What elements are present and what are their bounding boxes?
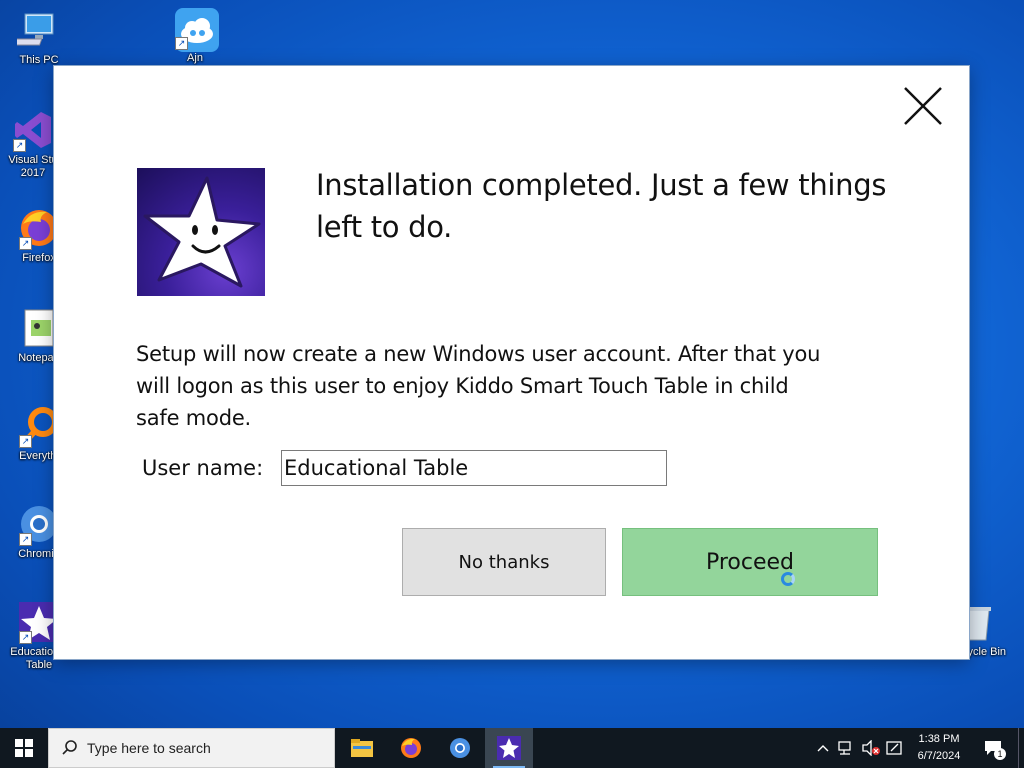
pen-input-icon: [886, 741, 902, 755]
desktop-icon-label: Everythi: [19, 450, 59, 462]
desktop-icon-label: This PC: [19, 54, 59, 66]
tray-network[interactable]: [836, 728, 858, 768]
dialog-description: Setup will now create a new Windows user…: [136, 342, 821, 430]
visual-studio-icon: ↗: [11, 108, 55, 152]
search-placeholder: Type here to search: [87, 740, 211, 756]
computer-icon: [12, 8, 61, 52]
action-center-button[interactable]: 1: [980, 728, 1006, 768]
user-name-label: User name:: [142, 456, 264, 480]
educational-table-icon: [497, 736, 521, 760]
user-name-input[interactable]: [281, 450, 667, 486]
shortcut-arrow-icon: ↗: [19, 435, 32, 448]
proceed-label: Proceed: [705, 549, 795, 575]
shortcut-arrow-icon: ↗: [19, 237, 32, 250]
clock-time: 1:38 PM: [918, 733, 960, 745]
chromium-icon: [450, 738, 470, 758]
volume-muted-icon: [862, 740, 880, 756]
network-icon: [838, 741, 851, 755]
close-button[interactable]: [903, 86, 943, 126]
taskbar-search-box[interactable]: Type here to search: [48, 728, 335, 768]
shortcut-arrow-icon: ↗: [19, 533, 32, 546]
close-icon: [904, 87, 942, 125]
cloud-search-icon: ↗: [173, 6, 219, 52]
tray-volume[interactable]: [860, 728, 882, 768]
no-thanks-button[interactable]: No thanks: [402, 528, 606, 596]
taskbar-firefox[interactable]: [387, 728, 435, 768]
windows-logo-icon: [15, 739, 33, 757]
taskbar-chromium[interactable]: [436, 728, 484, 768]
notification-count-badge: 1: [994, 748, 1006, 760]
setup-dialog: Installation completed. Just a few thing…: [54, 66, 969, 659]
file-explorer-icon: [351, 739, 373, 757]
start-button[interactable]: [0, 728, 48, 768]
proceed-button[interactable]: Proceed: [622, 528, 878, 596]
shortcut-arrow-icon: ↗: [13, 139, 26, 152]
desktop-icon-label: Firefox: [22, 252, 56, 264]
desktop-icon-label: Visual Stu 2017: [8, 154, 58, 179]
shortcut-arrow-icon: ↗: [175, 37, 188, 50]
no-thanks-label: No thanks: [458, 551, 550, 573]
shortcut-arrow-icon: ↗: [19, 631, 32, 644]
desktop-icon-this-pc[interactable]: This PC: [6, 8, 72, 67]
taskbar-file-explorer[interactable]: [338, 728, 386, 768]
tray-chevron-up[interactable]: [812, 728, 834, 768]
tray-input[interactable]: [884, 728, 906, 768]
app-logo-star-icon: [137, 168, 265, 296]
busy-cursor-icon: [781, 572, 795, 586]
chevron-up-icon: [817, 745, 829, 752]
taskbar-clock[interactable]: 1:38 PM 6/7/2024: [906, 731, 972, 765]
taskbar-educational-table[interactable]: [485, 728, 533, 768]
dialog-title: Installation completed. Just a few thing…: [316, 168, 887, 244]
search-icon: [62, 740, 77, 755]
firefox-icon: [401, 738, 421, 758]
desktop-icon-ajn[interactable]: ↗ Ajn: [162, 6, 228, 65]
show-desktop-button[interactable]: [1018, 728, 1024, 768]
taskbar: Type here to search 1:38 PM 6/7/2024 1: [0, 728, 1024, 768]
clock-date: 6/7/2024: [917, 750, 961, 762]
